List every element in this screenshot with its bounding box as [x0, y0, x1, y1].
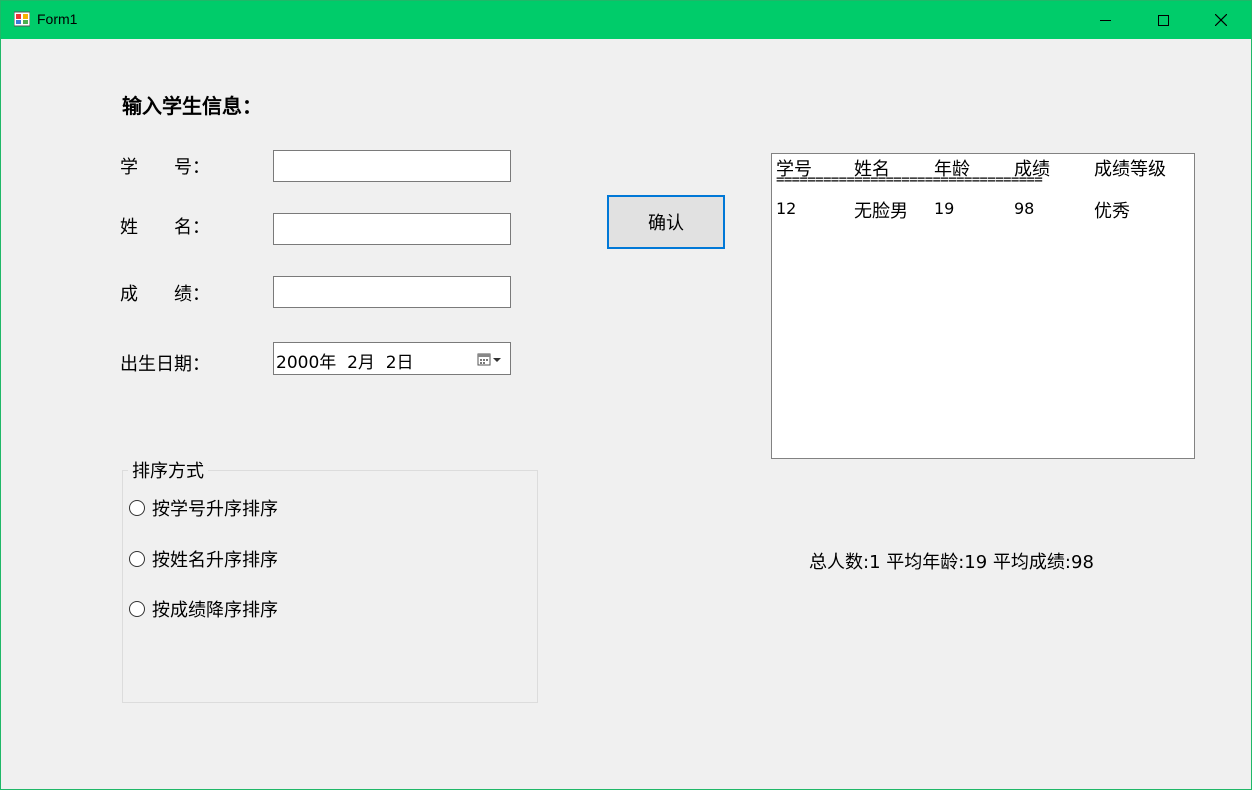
row-score: 98	[1014, 199, 1035, 218]
student-id-label: 学 号：	[120, 157, 210, 178]
radio-circle-icon[interactable]	[129, 601, 145, 617]
score-input[interactable]	[273, 276, 511, 308]
sort-by-score-radio[interactable]: 按成绩降序排序	[129, 596, 278, 622]
radio-circle-icon[interactable]	[129, 500, 145, 516]
radio-circle-icon[interactable]	[129, 551, 145, 567]
sort-by-id-label: 按学号升序排序	[152, 499, 278, 520]
form-heading: 输入学生信息：	[122, 94, 262, 118]
window-title: Form1	[37, 11, 78, 27]
summary-text: 总人数:1 平均年龄:19 平均成绩:98	[809, 552, 1094, 573]
listbox-separator: ==================================	[776, 172, 1043, 188]
minimize-button[interactable]	[1076, 1, 1134, 39]
maximize-button[interactable]	[1134, 1, 1192, 39]
calendar-icon[interactable]	[477, 352, 503, 368]
birth-date-picker[interactable]: 2000年 2月 2日	[273, 342, 511, 375]
student-name-input[interactable]	[273, 213, 511, 245]
birth-date-label: 出生日期：	[120, 354, 210, 375]
header-grade: 成绩等级	[1094, 159, 1166, 180]
student-id-input[interactable]	[273, 150, 511, 182]
student-listbox[interactable]: 学号 姓名 年龄 成绩 成绩等级 =======================…	[771, 153, 1195, 459]
sort-by-name-radio[interactable]: 按姓名升序排序	[129, 546, 278, 572]
list-item[interactable]: 12 无脸男 19 98 优秀	[776, 197, 1186, 222]
score-label: 成 绩：	[120, 284, 210, 305]
maximize-icon	[1157, 14, 1169, 26]
student-name-label: 姓 名：	[120, 217, 210, 238]
sort-by-name-label: 按姓名升序排序	[152, 550, 278, 571]
row-grade: 优秀	[1094, 201, 1130, 222]
minimize-icon	[1099, 19, 1111, 21]
birth-date-value: 2000年 2月 2日	[276, 353, 414, 373]
title-bar[interactable]: Form1	[1, 1, 1251, 39]
row-name: 无脸男	[854, 201, 908, 222]
main-window: Form1 输入学生信息： 学 号： 姓 名： 成 绩： 出生日期： 2000年…	[0, 0, 1252, 790]
sort-by-score-label: 按成绩降序排序	[152, 600, 278, 621]
app-icon	[14, 11, 30, 27]
row-student-id: 12	[776, 199, 797, 218]
confirm-button[interactable]: 确认	[607, 195, 725, 249]
row-age: 19	[934, 199, 955, 218]
close-button[interactable]	[1192, 1, 1250, 39]
sort-group-title: 排序方式	[128, 457, 208, 483]
close-icon	[1215, 14, 1227, 26]
sort-by-id-radio[interactable]: 按学号升序排序	[129, 495, 278, 521]
